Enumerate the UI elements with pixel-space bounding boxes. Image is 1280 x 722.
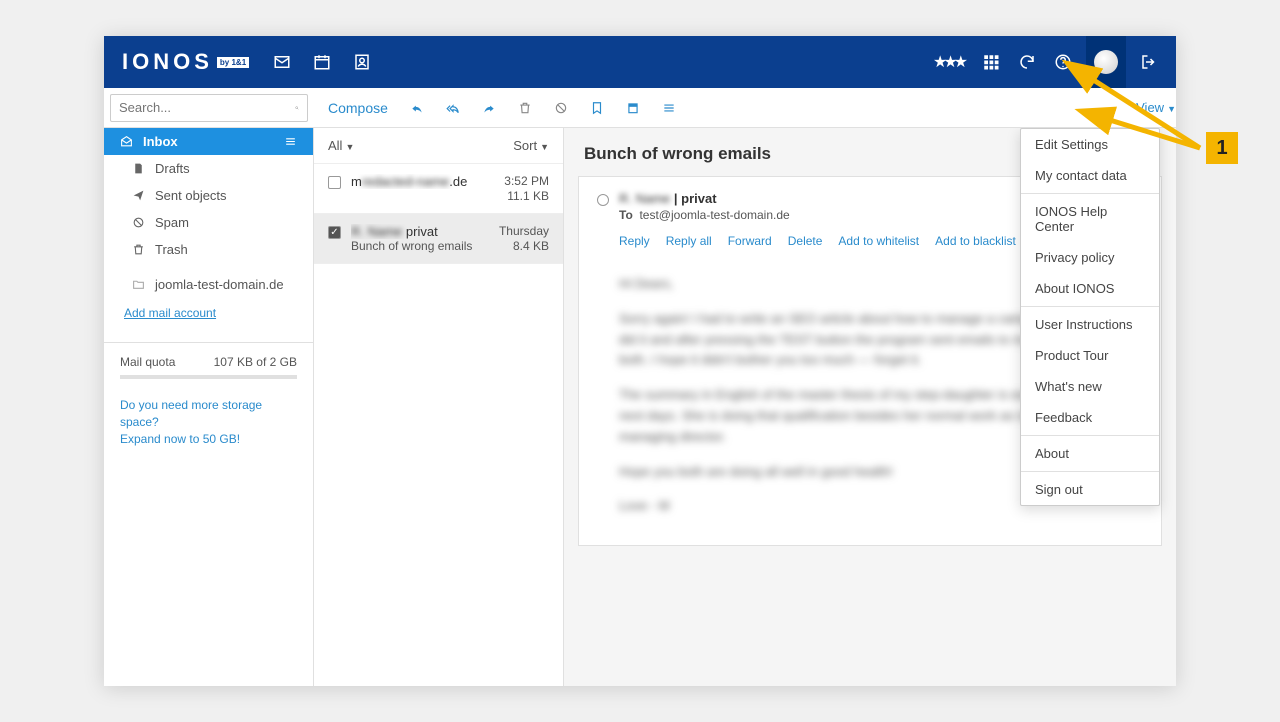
sidebar-item-drafts[interactable]: Drafts: [104, 155, 313, 182]
menu-item[interactable]: Edit Settings: [1021, 129, 1159, 160]
calendar-icon[interactable]: [313, 53, 331, 71]
whitelist-link[interactable]: Add to whitelist: [838, 234, 919, 248]
search-icon[interactable]: [295, 101, 299, 115]
add-mail-account[interactable]: Add mail account: [104, 298, 313, 336]
sidebar-item-domain[interactable]: joomla-test-domain.de: [104, 271, 313, 298]
sidebar: Inbox Drafts Sent objects Spam Trash: [104, 128, 314, 686]
sidebar-item-label: Sent objects: [155, 188, 227, 203]
menu-item[interactable]: Sign out: [1021, 474, 1159, 505]
file-icon: [132, 162, 145, 175]
search-field[interactable]: [119, 100, 295, 115]
sort-button[interactable]: Sort▼: [513, 138, 549, 153]
time: Thursday: [499, 224, 549, 239]
app-window: IONOS by 1&1 ★★★ Compose: [104, 36, 1176, 686]
quota-bar: [120, 375, 297, 379]
quota-label: Mail quota: [120, 355, 175, 369]
menu-item[interactable]: User Instructions: [1021, 309, 1159, 340]
menu-item[interactable]: What's new: [1021, 371, 1159, 402]
sidebar-item-spam[interactable]: Spam: [104, 209, 313, 236]
plane-icon: [132, 189, 145, 202]
checkbox[interactable]: [328, 226, 341, 239]
sidebar-item-trash[interactable]: Trash: [104, 236, 313, 263]
sidebar-item-sent[interactable]: Sent objects: [104, 182, 313, 209]
toolbar: Compose View▼: [104, 88, 1176, 128]
reply-all-link[interactable]: Reply all: [666, 234, 712, 248]
menu-item[interactable]: My contact data: [1021, 160, 1159, 191]
from-line: R. Name | privat: [619, 191, 1068, 206]
msglist-header: All▼ Sort▼: [314, 128, 563, 164]
help-icon[interactable]: [1054, 53, 1072, 71]
to-line: To test@joomla-test-domain.de: [619, 208, 1068, 222]
quota-value: 107 KB of 2 GB: [214, 355, 297, 369]
time: 3:52 PM: [504, 174, 549, 189]
menu-item[interactable]: IONOS Help Center: [1021, 196, 1159, 242]
ban-icon: [132, 216, 145, 229]
mail-icon[interactable]: [273, 53, 291, 71]
blacklist-link[interactable]: Add to blacklist: [935, 234, 1016, 248]
avatar-button[interactable]: [1086, 36, 1126, 88]
message-list: All▼ Sort▼ mredacted-name.de 3:52 PM 11.…: [314, 128, 564, 686]
sidebar-item-label: Trash: [155, 242, 188, 257]
logout-icon[interactable]: [1140, 53, 1158, 71]
archive-icon[interactable]: [626, 101, 640, 115]
storage-upsell[interactable]: Do you need more storage space? Expand n…: [120, 397, 297, 447]
trash-icon: [132, 243, 145, 256]
subject: Bunch of wrong emails: [351, 239, 472, 253]
reply-all-icon[interactable]: [446, 101, 460, 115]
view-dropdown[interactable]: View▼: [1136, 100, 1176, 115]
compose-button[interactable]: Compose: [328, 100, 388, 116]
sidebar-item-label: Spam: [155, 215, 189, 230]
reply-icon[interactable]: [410, 101, 424, 115]
table-row[interactable]: mredacted-name.de 3:52 PM 11.1 KB: [314, 164, 563, 214]
avatar-icon: [1094, 50, 1118, 74]
brand-logo: IONOS: [122, 49, 213, 75]
table-row[interactable]: R. Name privat Thursday Bunch of wrong e…: [314, 214, 563, 264]
select-radio[interactable]: [597, 194, 609, 206]
menu-item[interactable]: About: [1021, 438, 1159, 469]
apps-grid-icon[interactable]: [982, 53, 1000, 71]
forward-icon[interactable]: [482, 101, 496, 115]
menu-item[interactable]: About IONOS: [1021, 273, 1159, 304]
checkbox[interactable]: [328, 176, 341, 189]
topbar: IONOS by 1&1 ★★★: [104, 36, 1176, 88]
delete-link[interactable]: Delete: [788, 234, 823, 248]
brand-sub: by 1&1: [217, 57, 249, 68]
search-input[interactable]: [110, 94, 308, 122]
reply-link[interactable]: Reply: [619, 234, 650, 248]
annotation-callout: 1: [1206, 132, 1238, 164]
size: 11.1 KB: [507, 189, 549, 203]
topbar-right-icons: ★★★: [933, 36, 1158, 88]
menu-item[interactable]: Privacy policy: [1021, 242, 1159, 273]
user-menu-dropdown: Edit SettingsMy contact data IONOS Help C…: [1020, 128, 1160, 506]
size: 8.4 KB: [513, 239, 549, 253]
filter-all[interactable]: All▼: [328, 138, 354, 153]
quota-section: Mail quota 107 KB of 2 GB Do you need mo…: [104, 342, 313, 459]
more-icon[interactable]: [662, 101, 676, 115]
sender: mredacted-name.de: [351, 174, 467, 189]
spam-icon[interactable]: [554, 101, 568, 115]
sidebar-item-label: Drafts: [155, 161, 190, 176]
menu-item[interactable]: Feedback: [1021, 402, 1159, 433]
sidebar-item-label: Inbox: [143, 134, 178, 149]
mail-open-icon: [120, 135, 133, 148]
hamburger-icon[interactable]: [284, 135, 297, 148]
contacts-icon[interactable]: [353, 53, 371, 71]
refresh-icon[interactable]: [1018, 53, 1036, 71]
menu-item[interactable]: Product Tour: [1021, 340, 1159, 371]
forward-link[interactable]: Forward: [728, 234, 772, 248]
reading-pane: Bunch of wrong emails R. Name | privat T…: [564, 128, 1176, 686]
folder-icon: [132, 278, 145, 291]
sidebar-item-inbox[interactable]: Inbox: [104, 128, 313, 155]
delete-icon[interactable]: [518, 101, 532, 115]
sender: R. Name privat: [351, 224, 438, 239]
topbar-left-icons: [273, 53, 371, 71]
bookmark-icon[interactable]: [590, 101, 604, 115]
stars-icon[interactable]: ★★★: [933, 52, 964, 72]
sidebar-item-label: joomla-test-domain.de: [155, 277, 284, 292]
